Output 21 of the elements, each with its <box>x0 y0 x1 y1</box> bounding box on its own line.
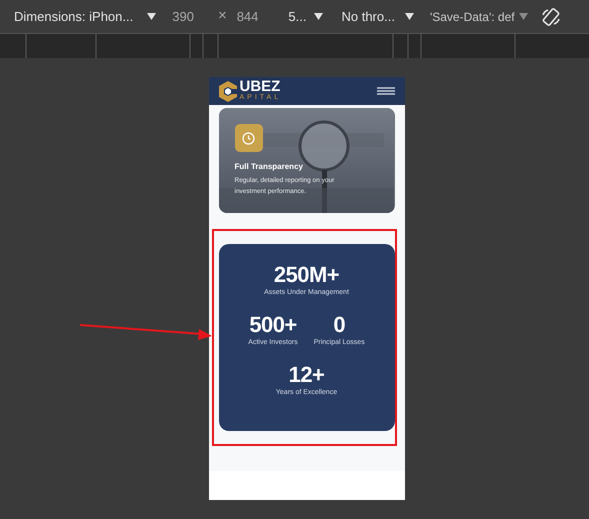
clock-icon <box>242 132 255 144</box>
dropdown-caret-icon <box>404 13 414 20</box>
menu-icon[interactable] <box>376 87 394 95</box>
logo-text: UBEZ <box>240 80 282 94</box>
feature-title: Full Transparency <box>234 162 304 172</box>
save-data-dropdown[interactable]: 'Save-Data': def <box>430 8 528 26</box>
device-dropdown[interactable]: Dimensions: iPhon... <box>14 6 156 26</box>
throttle-dropdown[interactable]: No thro... <box>341 6 414 26</box>
dropdown-caret-icon <box>518 13 528 20</box>
width-field[interactable]: 390 <box>172 6 194 26</box>
zoom-dropdown[interactable]: 5... <box>288 6 324 26</box>
height-field[interactable]: 844 <box>236 6 258 26</box>
dropdown-caret-icon <box>314 13 324 20</box>
dropdown-caret-icon <box>147 13 156 20</box>
logo-icon <box>216 80 238 102</box>
stat-value: 250M+ <box>274 262 340 288</box>
stat-value: 12+ <box>288 362 324 388</box>
rotate-icon[interactable] <box>540 6 562 28</box>
stat-value: 500+ <box>249 312 297 338</box>
stat-value: 0 <box>333 312 346 338</box>
times-sign: × <box>218 6 227 26</box>
